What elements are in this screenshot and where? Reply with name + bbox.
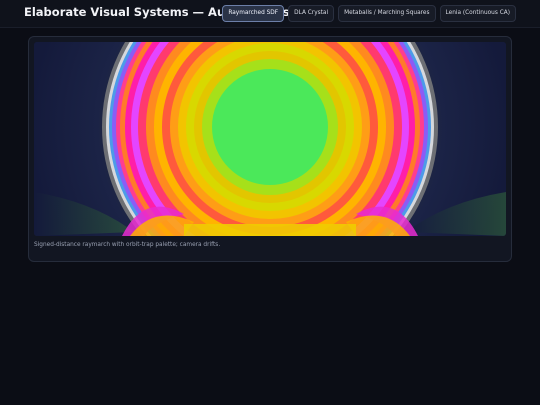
core-disc: [212, 69, 328, 185]
tab-raymarched-sdf[interactable]: Raymarched SDF: [222, 5, 285, 22]
sdf-render: [34, 42, 506, 236]
viewer-caption: Signed-distance raymarch with orbit-trap…: [34, 242, 221, 248]
tab-bar: Raymarched SDF DLA Crystal Metaballs / M…: [222, 5, 516, 22]
tab-metaballs[interactable]: Metaballs / Marching Squares: [338, 5, 436, 22]
viewer-panel: Signed-distance raymarch with orbit-trap…: [28, 36, 512, 262]
render-canvas[interactable]: [34, 42, 506, 236]
tab-dla-crystal[interactable]: DLA Crystal: [288, 5, 335, 22]
app-header: Elaborate Visual Systems — Autonomous Ra…: [0, 0, 540, 28]
tab-lenia[interactable]: Lenia (Continuous CA): [439, 5, 516, 22]
